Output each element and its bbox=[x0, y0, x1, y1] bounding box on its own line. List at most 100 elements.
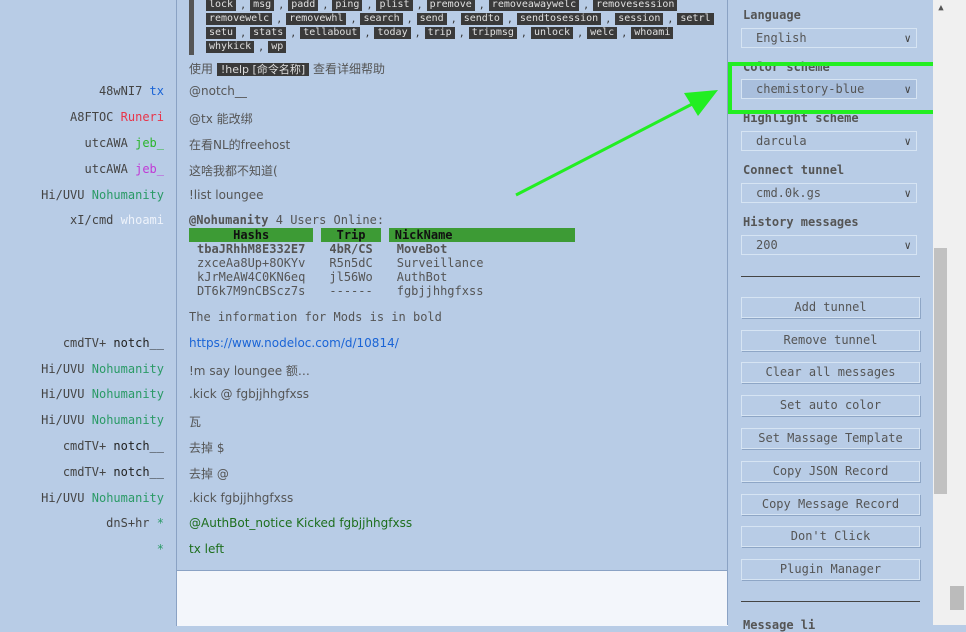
command-chip: setu bbox=[206, 27, 237, 39]
nick-entry[interactable]: Hi/UVU Nohumanity bbox=[41, 413, 164, 427]
nickname[interactable]: jeb_ bbox=[135, 162, 164, 176]
nickname[interactable]: Nohumanity bbox=[92, 491, 164, 505]
nickname[interactable]: * bbox=[157, 516, 164, 530]
table-cell: Surveillance bbox=[396, 256, 484, 270]
language-value: English bbox=[756, 31, 807, 45]
table-cell: zxceAa8Up+8OKYv bbox=[197, 256, 306, 270]
nickname[interactable]: Nohumanity bbox=[92, 387, 164, 401]
trip-code: A8FTOC bbox=[70, 110, 114, 124]
dont-click-button[interactable]: Don't Click bbox=[741, 526, 920, 547]
command-chip: ping bbox=[332, 0, 363, 11]
table-row: kJrMeAW4C0KN6eq jl56Wo AuthBot bbox=[189, 270, 575, 284]
command-chip: welc bbox=[587, 27, 618, 39]
copy-message-button[interactable]: Copy Message Record bbox=[741, 494, 920, 515]
separator: , bbox=[364, 27, 371, 39]
trip-code: Hi/UVU bbox=[41, 387, 85, 401]
nick-entry[interactable]: Hi/UVU Nohumanity bbox=[41, 188, 164, 202]
sidebar-scroll-thumb[interactable] bbox=[934, 248, 947, 494]
message-input[interactable] bbox=[176, 570, 728, 626]
set-template-button[interactable]: Set Massage Template bbox=[741, 428, 920, 449]
help-command-chip: !help [命令名称] bbox=[216, 63, 310, 76]
highlight-scheme-select[interactable]: darcula ∨ bbox=[741, 131, 917, 151]
chat-message: 在看NL的freehost bbox=[189, 138, 291, 152]
nickname[interactable]: * bbox=[157, 542, 164, 556]
page-scroll-thumb[interactable] bbox=[950, 586, 964, 610]
nickname[interactable]: Nohumanity bbox=[92, 362, 164, 376]
command-chip: tripmsg bbox=[468, 27, 517, 39]
trip-code: utcAWA bbox=[84, 162, 128, 176]
nickname[interactable]: notch__ bbox=[113, 439, 164, 453]
online-users-heading: @Nohumanity 4 Users Online: bbox=[189, 213, 384, 227]
nickname[interactable]: Nohumanity bbox=[92, 188, 164, 202]
scroll-up-arrow-icon[interactable]: ▲ bbox=[934, 0, 948, 14]
nick-entry[interactable]: utcAWA jeb_ bbox=[85, 136, 165, 150]
nickname[interactable]: tx bbox=[150, 84, 164, 98]
help-hint: 使用 !help [命令名称] 查看详细帮助 bbox=[189, 60, 385, 77]
table-row: tbaJRhhM8E332E7 4bR/CS MoveBot bbox=[189, 242, 575, 256]
chat-link[interactable]: https://www.nodeloc.com/d/10814/ bbox=[189, 336, 399, 350]
table-cell: fgbjjhhgfxss bbox=[396, 284, 484, 298]
nick-entry[interactable]: 48wNI7 tx bbox=[99, 84, 164, 98]
connect-tunnel-select[interactable]: cmd.0k.gs ∨ bbox=[741, 183, 917, 203]
nickname[interactable]: Nohumanity bbox=[92, 413, 164, 427]
nick-entry[interactable]: A8FTOC Runeri bbox=[70, 110, 164, 124]
nick-entry[interactable]: cmdTV+ notch__ bbox=[63, 336, 164, 350]
help-hint-after: 查看详细帮助 bbox=[312, 62, 385, 76]
chevron-down-icon: ∨ bbox=[904, 239, 911, 252]
separator: , bbox=[478, 0, 485, 11]
online-users-table: Hashs Trip NickName tbaJRhhM8E332E7 4bR/C… bbox=[189, 228, 575, 298]
command-chip: session bbox=[615, 13, 664, 25]
nick-entry[interactable]: cmdTV+ notch__ bbox=[63, 439, 164, 453]
table-cell: DT6k7M9nCBScz7s bbox=[197, 284, 306, 298]
copy-json-button[interactable]: Copy JSON Record bbox=[741, 461, 920, 482]
table-cell: AuthBot bbox=[396, 270, 448, 284]
chat-message: .kick @ fgbjjhhgfxss bbox=[189, 387, 310, 401]
history-messages-select[interactable]: 200 ∨ bbox=[741, 235, 917, 255]
separator: , bbox=[276, 13, 283, 25]
table-cell: tbaJRhhM8E332E7 bbox=[197, 242, 306, 256]
nick-entry[interactable]: cmdTV+ notch__ bbox=[63, 465, 164, 479]
remove-tunnel-button[interactable]: Remove tunnel bbox=[741, 330, 920, 351]
separator: , bbox=[240, 27, 247, 39]
nickname[interactable]: jeb_ bbox=[135, 136, 164, 150]
chat-message: tx left bbox=[189, 542, 225, 556]
column-header-nickname: NickName bbox=[388, 228, 575, 242]
online-suffix: Users Online: bbox=[290, 213, 385, 227]
nickname[interactable]: notch__ bbox=[113, 465, 164, 479]
language-select[interactable]: English ∨ bbox=[741, 28, 917, 48]
chat-log: lock, msg, padd, ping, plist, premove, removea… bbox=[176, 0, 728, 570]
command-chip: padd bbox=[288, 0, 319, 11]
nick-entry[interactable]: * bbox=[157, 542, 164, 556]
command-chip: send bbox=[416, 13, 447, 25]
nick-entry[interactable]: Hi/UVU Nohumanity bbox=[41, 387, 164, 401]
trip-code: 48wNI7 bbox=[98, 84, 143, 98]
table-cell: kJrMeAW4C0KN6eq bbox=[197, 270, 306, 284]
history-messages-value: 200 bbox=[756, 238, 778, 252]
chat-message: 这啥我都不知道( bbox=[189, 164, 278, 178]
set-auto-color-button[interactable]: Set auto color bbox=[741, 395, 920, 416]
nickname[interactable]: notch__ bbox=[113, 336, 164, 350]
chat-message: @tx 能改绑 bbox=[189, 112, 253, 126]
trip-code: Hi/UVU bbox=[41, 413, 85, 427]
clear-messages-button[interactable]: Clear all messages bbox=[741, 362, 920, 383]
plugin-manager-button[interactable]: Plugin Manager bbox=[741, 559, 920, 580]
command-row: setu, stats, tellabout, today, trip, tripmsg,… bbox=[194, 26, 719, 40]
nickname[interactable]: whoami bbox=[121, 213, 164, 227]
command-chip: sendtosession bbox=[516, 13, 602, 25]
command-chip: trip bbox=[424, 27, 455, 39]
command-row: whykick, wp bbox=[194, 40, 719, 54]
nickname[interactable]: Runeri bbox=[121, 110, 164, 124]
nick-entry[interactable]: xI/cmd whoami bbox=[70, 213, 164, 227]
nick-entry[interactable]: utcAWA jeb_ bbox=[85, 162, 165, 176]
command-list: lock, msg, padd, ping, plist, premove, removea… bbox=[189, 0, 719, 55]
nick-entry[interactable]: Hi/UVU Nohumanity bbox=[41, 362, 164, 376]
nick-entry[interactable]: dnS+hr * bbox=[106, 516, 164, 530]
help-hint-before: 使用 bbox=[189, 62, 214, 76]
command-row: lock, msg, padd, ping, plist, premove, removea… bbox=[194, 0, 719, 12]
add-tunnel-button[interactable]: Add tunnel bbox=[741, 297, 920, 318]
table-cell: MoveBot bbox=[396, 242, 448, 256]
command-chip: today bbox=[374, 27, 411, 39]
separator: , bbox=[290, 27, 297, 39]
nick-entry[interactable]: Hi/UVU Nohumanity bbox=[41, 491, 164, 505]
separator: , bbox=[450, 13, 457, 25]
